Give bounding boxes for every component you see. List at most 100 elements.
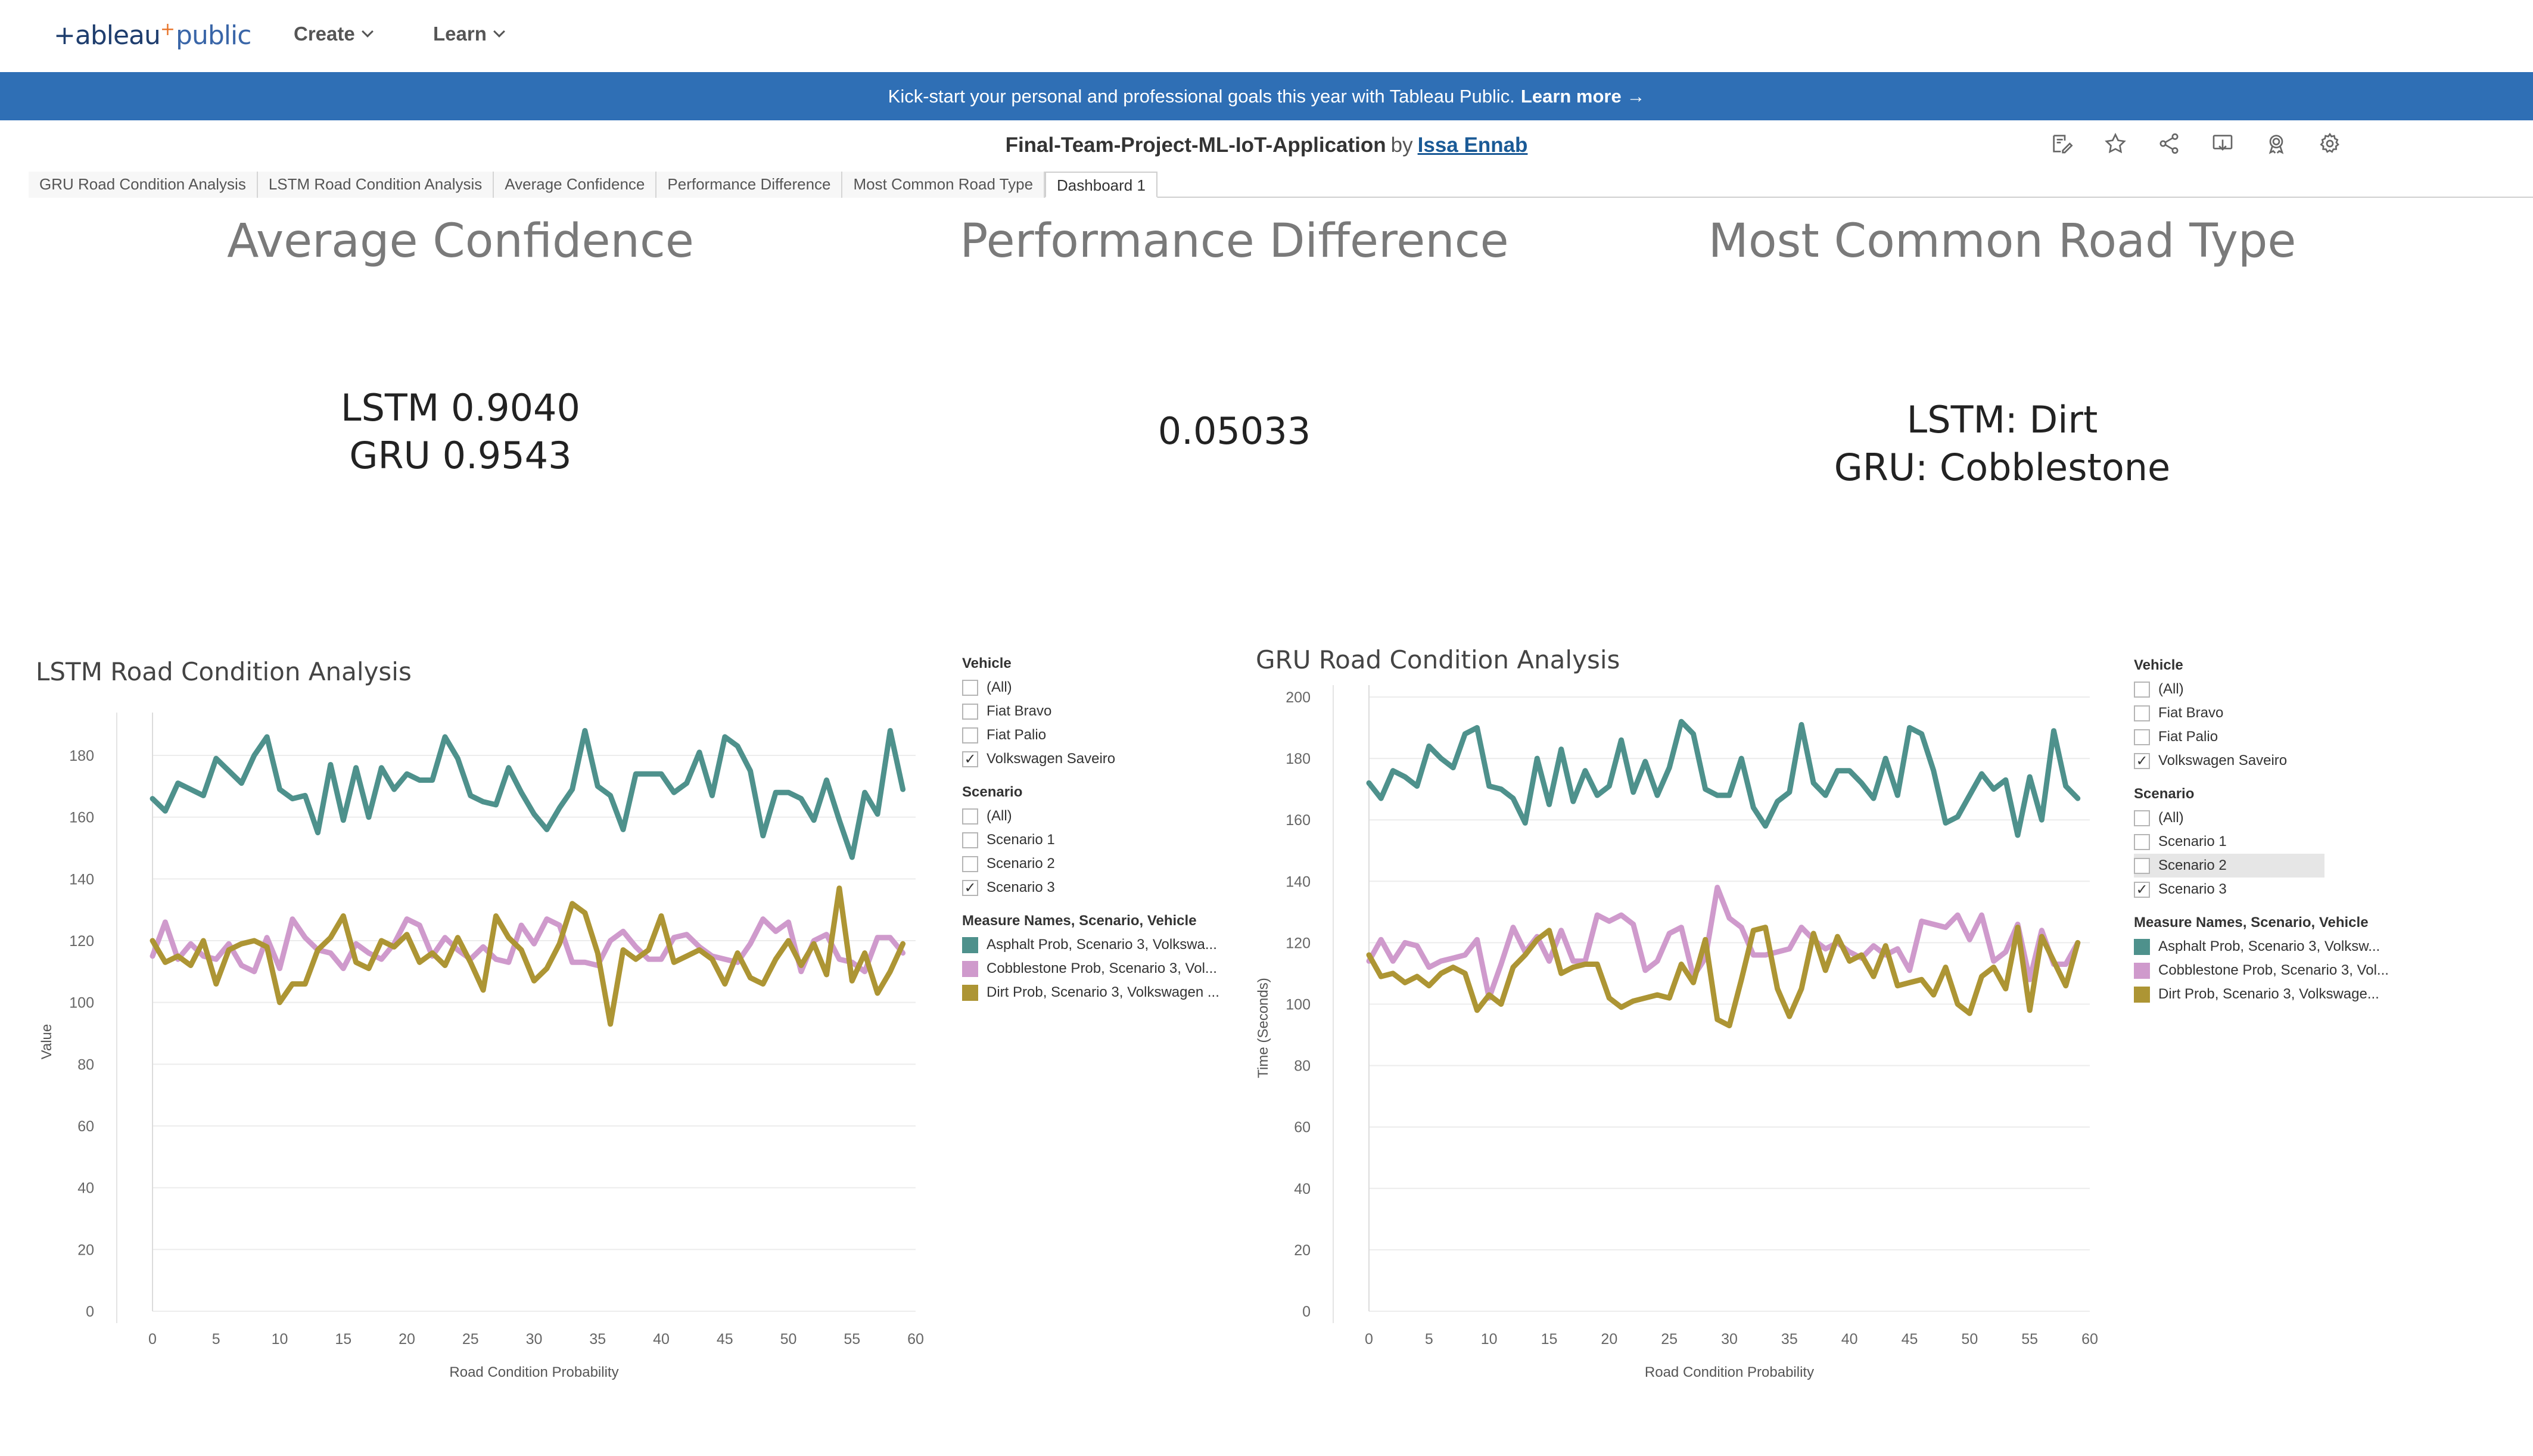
y-tick-label: 20 [77, 1242, 94, 1258]
lstm-legend-dirt[interactable]: Dirt Prob, Scenario 3, Volkswagen ... [962, 981, 1236, 1004]
edit-icon[interactable] [2049, 131, 2074, 156]
checkbox-icon[interactable] [962, 808, 978, 825]
tab-lstm-road-condition-analysis[interactable]: LSTM Road Condition Analysis [257, 172, 494, 198]
lstm-scenario-option-all[interactable]: (All) [962, 804, 1236, 828]
x-tick-label: 55 [844, 1331, 860, 1348]
x-tick-label: 5 [212, 1331, 220, 1348]
banner-learn-more-link[interactable]: Learn more → [1521, 86, 1645, 107]
tab-gru-road-condition-analysis[interactable]: GRU Road Condition Analysis [29, 172, 258, 198]
tab-most-common-road-type[interactable]: Most Common Road Type [842, 172, 1045, 198]
gru-vehicle-filter: (All) Fiat Bravo Fiat Palio ✓ Volkswagen … [2134, 677, 2408, 773]
checkbox-icon[interactable] [962, 727, 978, 743]
series-line-asphalt[interactable] [150, 728, 906, 860]
download-icon[interactable] [2210, 131, 2235, 156]
gru-vehicle-option-volkswagen-saveiro[interactable]: ✓ Volkswagen Saveiro [2134, 749, 2408, 773]
share-icon[interactable] [2157, 131, 2182, 156]
checkbox-checked-icon[interactable]: ✓ [962, 751, 978, 767]
badge-icon[interactable] [2264, 131, 2289, 156]
x-tick-label: 40 [653, 1331, 670, 1348]
x-tick-label: 55 [2021, 1331, 2038, 1348]
option-label: Fiat Bravo [987, 703, 1052, 719]
lstm-vehicle-option-fiat-bravo[interactable]: Fiat Bravo [962, 699, 1236, 723]
x-tick-label: 60 [2081, 1331, 2098, 1348]
legend-swatch [962, 960, 978, 977]
lstm-scenario-option-3[interactable]: ✓ Scenario 3 [962, 876, 1236, 900]
checkbox-icon[interactable] [2134, 705, 2150, 721]
settings-icon[interactable] [2317, 131, 2342, 156]
checkbox-icon[interactable] [2134, 681, 2150, 698]
checkbox-icon[interactable] [962, 832, 978, 848]
lstm-scenario-option-1[interactable]: Scenario 1 [962, 828, 1236, 852]
learn-menu[interactable]: Learn [433, 23, 505, 45]
kpi-title-performance-difference: Performance Difference [960, 214, 1509, 268]
checkbox-icon[interactable] [2134, 729, 2150, 745]
tab-average-confidence[interactable]: Average Confidence [494, 172, 657, 198]
author-link[interactable]: Issa Ennab [1418, 133, 1528, 157]
lstm-scenario-filter: (All) Scenario 1 Scenario 2 ✓ Scenario 3 [962, 804, 1236, 900]
kpi-lstm-confidence: LSTM 0.9040 [341, 386, 580, 430]
gru-scenario-option-all[interactable]: (All) [2134, 806, 2408, 830]
star-icon[interactable] [2103, 131, 2128, 156]
legend-swatch [2134, 986, 2150, 1003]
checkbox-icon[interactable] [962, 855, 978, 872]
gru-scenario-option-1[interactable]: Scenario 1 [2134, 830, 2408, 854]
checkbox-icon[interactable] [2134, 833, 2150, 850]
x-axis-label: Road Condition Probability [449, 1364, 618, 1380]
gru-legend-asphalt[interactable]: Asphalt Prob, Scenario 3, Volksw... [2134, 935, 2408, 959]
checkbox-checked-icon[interactable]: ✓ [2134, 881, 2150, 898]
checkbox-icon[interactable] [2134, 810, 2150, 826]
y-tick-label: 60 [77, 1118, 94, 1135]
tableau-public-logo[interactable]: +ableau + public [54, 17, 251, 54]
gru-vehicle-option-fiat-bravo[interactable]: Fiat Bravo [2134, 701, 2408, 725]
lstm-vehicle-filter: (All) Fiat Bravo Fiat Palio ✓ Volkswagen … [962, 676, 1236, 771]
gru-legend-header: Measure Names, Scenario, Vehicle [2134, 914, 2369, 931]
y-tick-label: 140 [1286, 873, 1311, 890]
lstm-vehicle-option-all[interactable]: (All) [962, 676, 1236, 699]
gru-road-condition-chart[interactable]: 0 20 40 60 80 100 120 140 160 180 200 0 5 10 15 20 25 30 3… [1239, 685, 2145, 1400]
kpi-average-confidence: LSTM 0.9040 GRU 0.9543 [73, 384, 848, 480]
legend-swatch [2134, 938, 2150, 955]
y-tick-label: 60 [1294, 1119, 1311, 1136]
lstm-legend-asphalt[interactable]: Asphalt Prob, Scenario 3, Volkswa... [962, 933, 1236, 957]
series-line-asphalt[interactable] [1366, 718, 2081, 838]
option-label: Fiat Palio [987, 727, 1047, 743]
kpi-title-average-confidence: Average Confidence [227, 214, 694, 268]
legend-swatch [962, 937, 978, 953]
checkbox-icon[interactable] [962, 703, 978, 720]
lstm-vehicle-option-volkswagen-saveiro[interactable]: ✓ Volkswagen Saveiro [962, 747, 1236, 771]
lstm-legend: Asphalt Prob, Scenario 3, Volkswa... Cob… [962, 933, 1236, 1004]
option-label: Scenario 3 [987, 879, 1055, 895]
create-menu-label: Create [294, 23, 355, 45]
gru-scenario-option-3[interactable]: ✓ Scenario 3 [2134, 878, 2408, 901]
y-tick-label: 120 [1286, 935, 1311, 951]
gru-legend: Asphalt Prob, Scenario 3, Volksw... Cobb… [2134, 935, 2408, 1006]
x-tick-label: 25 [462, 1331, 479, 1348]
lstm-vehicle-option-fiat-palio[interactable]: Fiat Palio [962, 723, 1236, 747]
gru-vehicle-option-all[interactable]: (All) [2134, 677, 2408, 701]
workbook-title-row: Final-Team-Project-ML-IoT-Application by I… [0, 129, 2533, 163]
tab-performance-difference[interactable]: Performance Difference [656, 172, 843, 198]
series-line-dirt[interactable] [150, 885, 906, 1027]
gru-vehicle-option-fiat-palio[interactable]: Fiat Palio [2134, 725, 2408, 749]
option-label: Scenario 2 [2158, 857, 2227, 873]
y-tick-label: 180 [69, 748, 94, 764]
tab-dashboard-1[interactable]: Dashboard 1 [1045, 172, 1157, 198]
create-menu[interactable]: Create [294, 23, 374, 45]
checkbox-checked-icon[interactable]: ✓ [2134, 752, 2150, 769]
lstm-legend-cobblestone[interactable]: Cobblestone Prob, Scenario 3, Vol... [962, 957, 1236, 981]
x-tick-label: 10 [272, 1331, 288, 1348]
x-tick-label: 40 [1841, 1331, 1858, 1348]
y-tick-label: 0 [86, 1303, 94, 1320]
y-tick-label: 180 [1286, 751, 1311, 767]
gru-legend-dirt[interactable]: Dirt Prob, Scenario 3, Volkswage... [2134, 982, 2408, 1006]
legend-label: Dirt Prob, Scenario 3, Volkswagen ... [987, 984, 1219, 1000]
checkbox-icon[interactable] [2134, 857, 2150, 874]
checkbox-checked-icon[interactable]: ✓ [962, 879, 978, 896]
y-tick-label: 200 [1286, 689, 1311, 706]
checkbox-icon[interactable] [962, 679, 978, 696]
gru-legend-cobblestone[interactable]: Cobblestone Prob, Scenario 3, Vol... [2134, 959, 2408, 982]
gru-scenario-option-2[interactable]: Scenario 2 [2134, 854, 2324, 878]
lstm-scenario-option-2[interactable]: Scenario 2 [962, 852, 1236, 876]
kpi-gru-road-type: GRU: Cobblestone [1834, 446, 2171, 489]
x-tick-label: 50 [1961, 1331, 1978, 1348]
